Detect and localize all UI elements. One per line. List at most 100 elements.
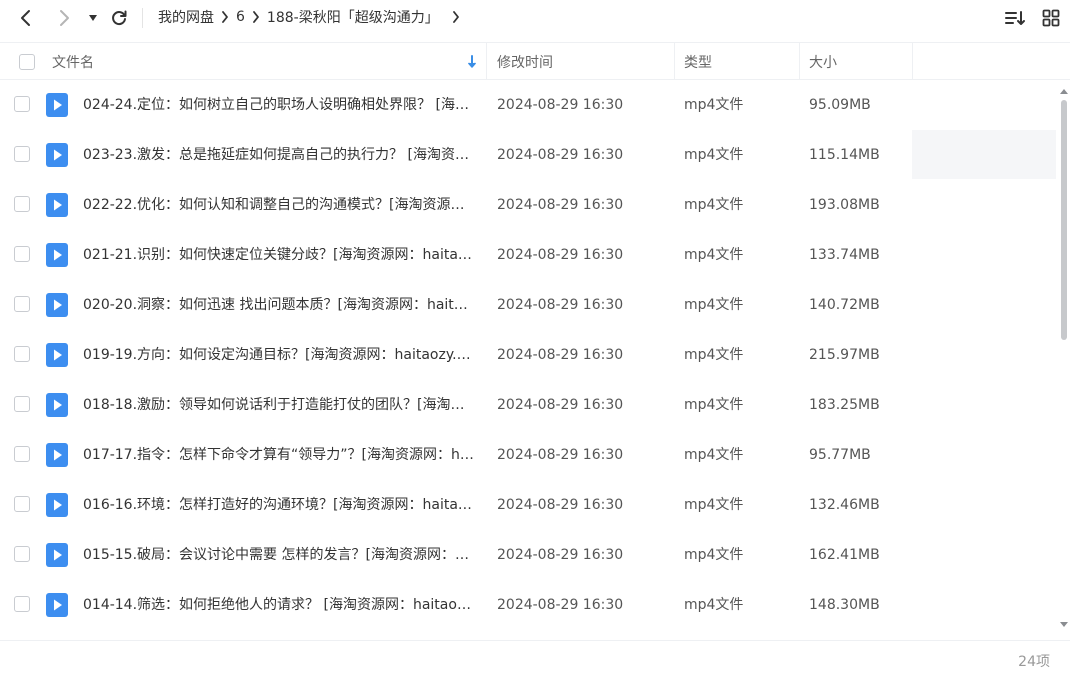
video-file-icon (46, 243, 68, 267)
file-modified: 2024-08-29 16:30 (497, 197, 624, 213)
scrollbar-thumb[interactable] (1061, 100, 1067, 340)
video-file-icon (46, 143, 68, 167)
file-size: 140.72MB (809, 297, 880, 313)
file-name[interactable]: 016-16.环境：怎样打造好的沟通环境？[海淘资源网：haitaozy.com… (83, 480, 475, 530)
file-name[interactable]: 019-19.方向：如何设定沟通目标？[海淘资源网：haitaozy.com] (83, 330, 475, 380)
file-size: 148.30MB (809, 597, 880, 613)
file-modified: 2024-08-29 16:30 (497, 497, 624, 513)
forward-icon (60, 10, 69, 26)
dropdown-icon (89, 15, 97, 21)
file-row[interactable]: 014-14.筛选：如何拒绝他人的请求？ [海淘资源网：haitaozy.com… (0, 580, 1056, 630)
file-name[interactable]: 017-17.指令：怎样下命令才算有“领导力”？[海淘资源网：haitaozy.… (83, 430, 475, 480)
column-divider[interactable] (912, 43, 913, 80)
file-size: 193.08MB (809, 197, 880, 213)
file-type: mp4文件 (684, 447, 744, 463)
file-list-header: 文件名 修改时间 类型 大小 (0, 42, 1070, 80)
scroll-down-icon[interactable] (1060, 620, 1068, 628)
file-name[interactable]: 023-23.激发：总是拖延症如何提高自己的执行力？ [海淘资源网：haitao… (83, 130, 475, 180)
column-header-type[interactable]: 类型 (684, 43, 712, 80)
file-name[interactable]: 020-20.洞察：如何迅速 找出问题本质？[海淘资源网：haitaozy.co… (83, 280, 475, 330)
video-file-icon (46, 93, 68, 117)
file-row[interactable]: 017-17.指令：怎样下命令才算有“领导力”？[海淘资源网：haitaozy.… (0, 430, 1056, 480)
file-type: mp4文件 (684, 547, 744, 563)
file-row[interactable]: 022-22.优化：如何认知和调整自己的沟通模式？[海淘资源网：haitaozy… (0, 180, 1056, 230)
row-checkbox[interactable] (14, 196, 30, 212)
file-type: mp4文件 (684, 147, 744, 163)
file-row[interactable]: 018-18.激励：领导如何说话利于打造能打仗的团队？[海淘资源网：haitao… (0, 380, 1056, 430)
row-checkbox[interactable] (14, 596, 30, 612)
column-divider[interactable] (486, 43, 487, 80)
file-row[interactable]: 016-16.环境：怎样打造好的沟通环境？[海淘资源网：haitaozy.com… (0, 480, 1056, 530)
sort-button[interactable] (1003, 6, 1027, 30)
select-all-checkbox[interactable] (19, 53, 35, 70)
file-size: 95.77MB (809, 447, 871, 463)
grid-view-button[interactable] (1039, 6, 1063, 30)
column-header-modified[interactable]: 修改时间 (497, 43, 553, 80)
grid-view-icon (1042, 9, 1060, 27)
sort-down-arrow-icon (467, 54, 477, 68)
breadcrumb-item-root[interactable]: 我的网盘 (158, 7, 214, 27)
video-file-icon (46, 443, 68, 467)
file-modified: 2024-08-29 16:30 (497, 147, 624, 163)
file-row[interactable]: 023-23.激发：总是拖延症如何提高自己的执行力？ [海淘资源网：haitao… (0, 130, 1056, 180)
row-checkbox[interactable] (14, 546, 30, 562)
back-button[interactable] (14, 6, 38, 30)
column-header-size[interactable]: 大小 (809, 43, 837, 80)
file-row[interactable]: 015-15.破局：会议讨论中需要 怎样的发言？[海淘资源网：haitaozy.… (0, 530, 1056, 580)
column-header-type-label: 类型 (684, 54, 712, 71)
column-divider[interactable] (674, 43, 675, 80)
row-checkbox[interactable] (14, 446, 30, 462)
column-divider[interactable] (799, 43, 800, 80)
refresh-button[interactable] (107, 6, 131, 30)
refresh-icon (112, 10, 127, 26)
file-type: mp4文件 (684, 397, 744, 413)
file-size: 183.25MB (809, 397, 880, 413)
file-size: 162.41MB (809, 547, 880, 563)
file-name[interactable]: 018-18.激励：领导如何说话利于打造能打仗的团队？[海淘资源网：haitao… (83, 380, 475, 430)
file-size: 132.46MB (809, 497, 880, 513)
toolbar: 我的网盘 6 188-梁秋阳「超级沟通力」 (0, 0, 1070, 36)
file-modified: 2024-08-29 16:30 (497, 547, 624, 563)
video-file-icon (46, 393, 68, 417)
file-row[interactable]: 021-21.识别：如何快速定位关键分歧？[海淘资源网：haitaozy.com… (0, 230, 1056, 280)
file-name[interactable]: 014-14.筛选：如何拒绝他人的请求？ [海淘资源网：haitaozy.com… (83, 580, 475, 630)
file-modified: 2024-08-29 16:30 (497, 247, 624, 263)
history-dropdown-button[interactable] (81, 6, 105, 30)
breadcrumb-item-folder[interactable]: 6 (236, 9, 245, 25)
row-checkbox[interactable] (14, 246, 30, 262)
item-count: 24项 (1018, 654, 1050, 670)
column-header-name[interactable]: 文件名 (52, 43, 94, 80)
sort-desc-button[interactable] (467, 43, 477, 80)
forward-button[interactable] (52, 6, 76, 30)
file-name[interactable]: 024-24.定位：如何树立自己的职场人设明确相处界限？ [海淘资源网：hait… (83, 80, 475, 130)
video-file-icon (46, 193, 68, 217)
file-row[interactable]: 019-19.方向：如何设定沟通目标？[海淘资源网：haitaozy.com] … (0, 330, 1056, 380)
video-file-icon (46, 593, 68, 617)
file-type: mp4文件 (684, 347, 744, 363)
file-type: mp4文件 (684, 197, 744, 213)
file-name[interactable]: 015-15.破局：会议讨论中需要 怎样的发言？[海淘资源网：haitaozy.… (83, 530, 475, 580)
row-checkbox[interactable] (14, 496, 30, 512)
file-modified: 2024-08-29 16:30 (497, 297, 624, 313)
file-row[interactable]: 020-20.洞察：如何迅速 找出问题本质？[海淘资源网：haitaozy.co… (0, 280, 1056, 330)
back-icon (21, 10, 30, 26)
row-checkbox[interactable] (14, 346, 30, 362)
file-size: 215.97MB (809, 347, 880, 363)
select-all-checkbox-cell[interactable] (19, 43, 35, 80)
file-size: 115.14MB (809, 147, 880, 163)
row-checkbox[interactable] (14, 396, 30, 412)
column-header-modified-label: 修改时间 (497, 54, 553, 71)
breadcrumb-item-current[interactable]: 188-梁秋阳「超级沟通力」 (267, 7, 439, 27)
file-name[interactable]: 021-21.识别：如何快速定位关键分歧？[海淘资源网：haitaozy.com… (83, 230, 475, 280)
file-type: mp4文件 (684, 597, 744, 613)
chevron-right-icon[interactable] (445, 7, 467, 27)
row-checkbox[interactable] (14, 96, 30, 112)
scroll-up-icon[interactable] (1060, 88, 1068, 96)
file-name[interactable]: 022-22.优化：如何认知和调整自己的沟通模式？[海淘资源网：haitaozy… (83, 180, 475, 230)
row-checkbox[interactable] (14, 296, 30, 312)
row-checkbox[interactable] (14, 146, 30, 162)
file-row[interactable]: 024-24.定位：如何树立自己的职场人设明确相处界限？ [海淘资源网：hait… (0, 80, 1056, 130)
file-modified: 2024-08-29 16:30 (497, 97, 624, 113)
vertical-scrollbar[interactable] (1058, 80, 1070, 632)
file-type: mp4文件 (684, 97, 744, 113)
